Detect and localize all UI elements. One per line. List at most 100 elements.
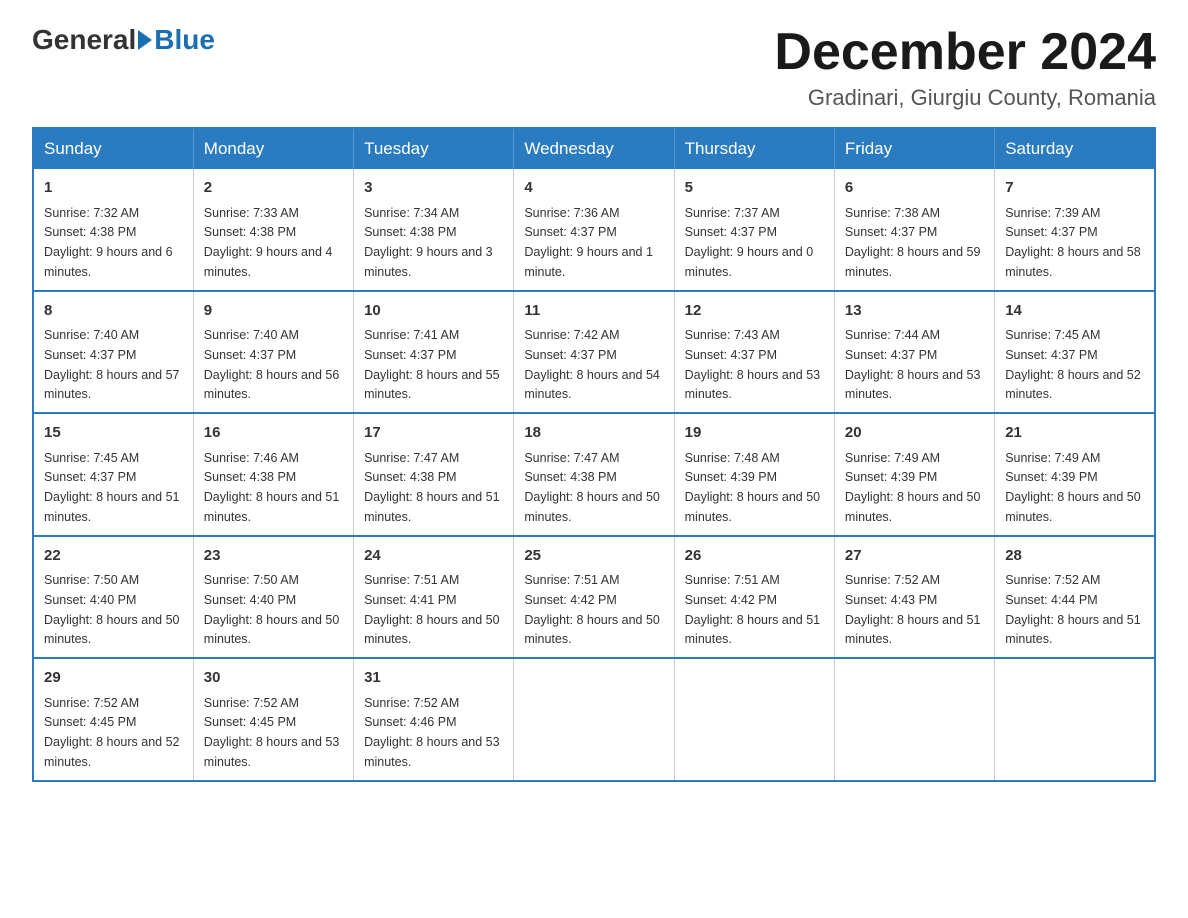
logo: General Blue: [32, 24, 215, 56]
logo-triangle-icon: [138, 30, 152, 50]
day-cell: [834, 658, 994, 781]
day-cell: 6 Sunrise: 7:38 AMSunset: 4:37 PMDayligh…: [834, 169, 994, 291]
day-number: 1: [44, 177, 183, 200]
day-number: 28: [1005, 545, 1144, 568]
weekday-header-saturday: Saturday: [995, 128, 1155, 169]
day-info: Sunrise: 7:32 AMSunset: 4:38 PMDaylight:…: [44, 206, 173, 279]
day-number: 18: [524, 422, 663, 445]
day-cell: 19 Sunrise: 7:48 AMSunset: 4:39 PMDaylig…: [674, 413, 834, 536]
day-info: Sunrise: 7:40 AMSunset: 4:37 PMDaylight:…: [204, 328, 340, 401]
day-number: 27: [845, 545, 984, 568]
day-number: 24: [364, 545, 503, 568]
day-number: 20: [845, 422, 984, 445]
day-info: Sunrise: 7:52 AMSunset: 4:45 PMDaylight:…: [204, 696, 340, 769]
logo-general-text: General: [32, 24, 136, 56]
logo-blue-text: Blue: [154, 24, 215, 56]
day-info: Sunrise: 7:34 AMSunset: 4:38 PMDaylight:…: [364, 206, 493, 279]
day-number: 13: [845, 300, 984, 323]
day-info: Sunrise: 7:48 AMSunset: 4:39 PMDaylight:…: [685, 451, 821, 524]
logo-area: General Blue: [32, 24, 215, 56]
day-number: 14: [1005, 300, 1144, 323]
day-number: 10: [364, 300, 503, 323]
day-info: Sunrise: 7:45 AMSunset: 4:37 PMDaylight:…: [1005, 328, 1141, 401]
title-area: December 2024 Gradinari, Giurgiu County,…: [774, 24, 1156, 111]
day-info: Sunrise: 7:52 AMSunset: 4:45 PMDaylight:…: [44, 696, 180, 769]
day-info: Sunrise: 7:50 AMSunset: 4:40 PMDaylight:…: [204, 573, 340, 646]
day-cell: 4 Sunrise: 7:36 AMSunset: 4:37 PMDayligh…: [514, 169, 674, 291]
day-cell: 25 Sunrise: 7:51 AMSunset: 4:42 PMDaylig…: [514, 536, 674, 659]
day-cell: 1 Sunrise: 7:32 AMSunset: 4:38 PMDayligh…: [33, 169, 193, 291]
day-info: Sunrise: 7:51 AMSunset: 4:41 PMDaylight:…: [364, 573, 500, 646]
day-cell: 2 Sunrise: 7:33 AMSunset: 4:38 PMDayligh…: [193, 169, 353, 291]
day-number: 11: [524, 300, 663, 323]
day-info: Sunrise: 7:44 AMSunset: 4:37 PMDaylight:…: [845, 328, 981, 401]
day-cell: 23 Sunrise: 7:50 AMSunset: 4:40 PMDaylig…: [193, 536, 353, 659]
day-info: Sunrise: 7:49 AMSunset: 4:39 PMDaylight:…: [1005, 451, 1141, 524]
day-info: Sunrise: 7:41 AMSunset: 4:37 PMDaylight:…: [364, 328, 500, 401]
day-cell: 7 Sunrise: 7:39 AMSunset: 4:37 PMDayligh…: [995, 169, 1155, 291]
weekday-header-wednesday: Wednesday: [514, 128, 674, 169]
day-number: 2: [204, 177, 343, 200]
day-cell: 27 Sunrise: 7:52 AMSunset: 4:43 PMDaylig…: [834, 536, 994, 659]
day-number: 12: [685, 300, 824, 323]
day-cell: 24 Sunrise: 7:51 AMSunset: 4:41 PMDaylig…: [354, 536, 514, 659]
day-cell: 3 Sunrise: 7:34 AMSunset: 4:38 PMDayligh…: [354, 169, 514, 291]
day-cell: 14 Sunrise: 7:45 AMSunset: 4:37 PMDaylig…: [995, 291, 1155, 414]
day-number: 26: [685, 545, 824, 568]
day-cell: [514, 658, 674, 781]
day-info: Sunrise: 7:51 AMSunset: 4:42 PMDaylight:…: [524, 573, 660, 646]
day-cell: 30 Sunrise: 7:52 AMSunset: 4:45 PMDaylig…: [193, 658, 353, 781]
day-cell: 18 Sunrise: 7:47 AMSunset: 4:38 PMDaylig…: [514, 413, 674, 536]
day-cell: 13 Sunrise: 7:44 AMSunset: 4:37 PMDaylig…: [834, 291, 994, 414]
day-info: Sunrise: 7:39 AMSunset: 4:37 PMDaylight:…: [1005, 206, 1141, 279]
day-cell: 12 Sunrise: 7:43 AMSunset: 4:37 PMDaylig…: [674, 291, 834, 414]
day-number: 17: [364, 422, 503, 445]
day-cell: 29 Sunrise: 7:52 AMSunset: 4:45 PMDaylig…: [33, 658, 193, 781]
day-info: Sunrise: 7:43 AMSunset: 4:37 PMDaylight:…: [685, 328, 821, 401]
day-cell: 17 Sunrise: 7:47 AMSunset: 4:38 PMDaylig…: [354, 413, 514, 536]
day-number: 21: [1005, 422, 1144, 445]
week-row-2: 8 Sunrise: 7:40 AMSunset: 4:37 PMDayligh…: [33, 291, 1155, 414]
day-cell: 10 Sunrise: 7:41 AMSunset: 4:37 PMDaylig…: [354, 291, 514, 414]
weekday-header-friday: Friday: [834, 128, 994, 169]
day-number: 16: [204, 422, 343, 445]
day-info: Sunrise: 7:52 AMSunset: 4:46 PMDaylight:…: [364, 696, 500, 769]
day-info: Sunrise: 7:52 AMSunset: 4:43 PMDaylight:…: [845, 573, 981, 646]
day-cell: 20 Sunrise: 7:49 AMSunset: 4:39 PMDaylig…: [834, 413, 994, 536]
day-number: 4: [524, 177, 663, 200]
day-number: 5: [685, 177, 824, 200]
day-cell: 8 Sunrise: 7:40 AMSunset: 4:37 PMDayligh…: [33, 291, 193, 414]
day-cell: 22 Sunrise: 7:50 AMSunset: 4:40 PMDaylig…: [33, 536, 193, 659]
day-cell: 28 Sunrise: 7:52 AMSunset: 4:44 PMDaylig…: [995, 536, 1155, 659]
week-row-4: 22 Sunrise: 7:50 AMSunset: 4:40 PMDaylig…: [33, 536, 1155, 659]
day-cell: 31 Sunrise: 7:52 AMSunset: 4:46 PMDaylig…: [354, 658, 514, 781]
day-info: Sunrise: 7:51 AMSunset: 4:42 PMDaylight:…: [685, 573, 821, 646]
day-number: 30: [204, 667, 343, 690]
day-info: Sunrise: 7:45 AMSunset: 4:37 PMDaylight:…: [44, 451, 180, 524]
day-info: Sunrise: 7:46 AMSunset: 4:38 PMDaylight:…: [204, 451, 340, 524]
day-info: Sunrise: 7:49 AMSunset: 4:39 PMDaylight:…: [845, 451, 981, 524]
week-row-1: 1 Sunrise: 7:32 AMSunset: 4:38 PMDayligh…: [33, 169, 1155, 291]
week-row-3: 15 Sunrise: 7:45 AMSunset: 4:37 PMDaylig…: [33, 413, 1155, 536]
weekday-header-monday: Monday: [193, 128, 353, 169]
day-number: 23: [204, 545, 343, 568]
day-number: 29: [44, 667, 183, 690]
day-number: 25: [524, 545, 663, 568]
weekday-header-row: SundayMondayTuesdayWednesdayThursdayFrid…: [33, 128, 1155, 169]
day-cell: 5 Sunrise: 7:37 AMSunset: 4:37 PMDayligh…: [674, 169, 834, 291]
day-info: Sunrise: 7:50 AMSunset: 4:40 PMDaylight:…: [44, 573, 180, 646]
day-cell: [995, 658, 1155, 781]
day-number: 22: [44, 545, 183, 568]
page-header: General Blue December 2024 Gradinari, Gi…: [32, 24, 1156, 111]
day-number: 9: [204, 300, 343, 323]
day-info: Sunrise: 7:47 AMSunset: 4:38 PMDaylight:…: [524, 451, 660, 524]
weekday-header-thursday: Thursday: [674, 128, 834, 169]
location-title: Gradinari, Giurgiu County, Romania: [774, 85, 1156, 111]
day-info: Sunrise: 7:33 AMSunset: 4:38 PMDaylight:…: [204, 206, 333, 279]
day-number: 15: [44, 422, 183, 445]
week-row-5: 29 Sunrise: 7:52 AMSunset: 4:45 PMDaylig…: [33, 658, 1155, 781]
weekday-header-tuesday: Tuesday: [354, 128, 514, 169]
day-cell: 15 Sunrise: 7:45 AMSunset: 4:37 PMDaylig…: [33, 413, 193, 536]
day-number: 6: [845, 177, 984, 200]
day-info: Sunrise: 7:37 AMSunset: 4:37 PMDaylight:…: [685, 206, 814, 279]
